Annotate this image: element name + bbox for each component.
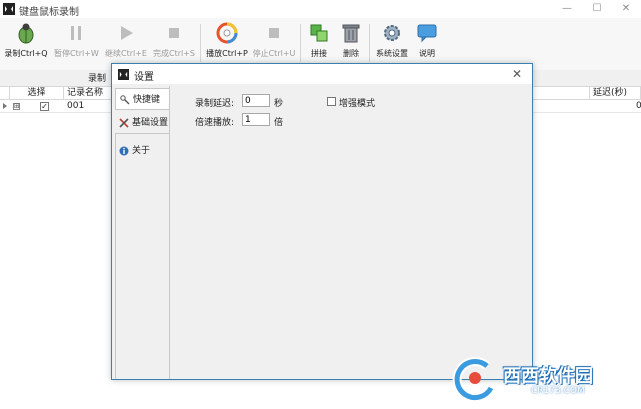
speech-bubble-icon xyxy=(417,24,437,43)
merge-label: 拼接 xyxy=(311,49,327,58)
stop-square-icon xyxy=(169,28,179,38)
site-watermark: 西西软件园 CR173.COM xyxy=(447,356,637,404)
speed-input[interactable] xyxy=(242,113,270,126)
delete-button[interactable]: 删除 xyxy=(336,20,366,64)
grid-header-delay[interactable]: 延迟(秒) xyxy=(589,87,641,100)
tab-list-border xyxy=(115,133,169,379)
row-delay: 0 xyxy=(636,101,641,111)
minimize-button[interactable]: — xyxy=(553,1,581,17)
play-label: 播放Ctrl+P xyxy=(206,49,248,58)
window-title: 键盘鼠标录制 xyxy=(19,7,79,18)
help-label: 说明 xyxy=(419,49,435,58)
pause-icon xyxy=(71,26,81,40)
tab-hotkeys-label: 快捷键 xyxy=(133,95,161,105)
merge-blocks-icon xyxy=(310,24,328,42)
tab-about-label: 关于 xyxy=(132,146,151,156)
play-button[interactable]: 播放Ctrl+P xyxy=(204,20,250,64)
finish-label: 完成Ctrl+S xyxy=(152,49,195,58)
resume-button[interactable]: 继续Ctrl+E xyxy=(104,20,148,64)
pause-label: 暂停Ctrl+W xyxy=(54,49,99,58)
basic-settings-pane: 录制延迟: 秒 增强模式 倍速播放: 倍 xyxy=(169,86,532,379)
dialog-title-bar: 设置 ✕ xyxy=(112,64,532,84)
record-delay-input[interactable] xyxy=(242,94,270,107)
dialog-title: 设置 xyxy=(134,72,154,83)
record-button[interactable]: 录制Ctrl+Q xyxy=(4,20,48,64)
toolbar-separator xyxy=(369,24,370,62)
system-settings-button[interactable]: 系统设置 xyxy=(372,20,412,64)
play-disc-icon xyxy=(216,22,238,44)
grid-header-select[interactable]: 选择 xyxy=(10,87,64,100)
cat-app-icon xyxy=(118,69,129,80)
enhanced-mode-checkbox[interactable] xyxy=(327,97,336,106)
tab-hotkeys[interactable]: 快捷键 xyxy=(115,88,169,110)
watermark-logo-icon xyxy=(452,357,495,402)
title-bar: 键盘鼠标录制 — ☐ ✕ xyxy=(0,0,641,18)
row-name: 001 xyxy=(67,101,85,111)
row-indicator-icon xyxy=(3,103,7,109)
settings-dialog: 设置 ✕ 快捷键 基础设置 关于 录制延迟: 0 秒 增强模式 倍速播放: 1 … xyxy=(111,63,533,380)
grid-header-indicator xyxy=(0,87,10,100)
tab-basic-settings[interactable]: 基础设置 xyxy=(115,112,169,134)
help-button[interactable]: 说明 xyxy=(414,20,440,64)
record-delay-label: 录制延迟: xyxy=(195,99,235,109)
row-select-checkbox[interactable]: ✓ xyxy=(40,102,49,111)
keys-icon xyxy=(120,95,130,105)
settings-tab-list: 快捷键 基础设置 关于 xyxy=(112,84,169,379)
play-triangle-icon xyxy=(121,26,133,40)
stop-label: 停止Ctrl+U xyxy=(252,49,296,58)
watermark-subtext: CR173.COM xyxy=(531,386,585,396)
trash-icon xyxy=(342,24,360,43)
delete-label: 删除 xyxy=(343,49,359,58)
cat-app-icon xyxy=(3,3,15,15)
info-icon xyxy=(119,146,129,156)
stop-button[interactable]: 停止Ctrl+U xyxy=(252,20,296,64)
system-settings-label: 系统设置 xyxy=(376,49,408,58)
stop-square-icon xyxy=(269,28,279,38)
speed-unit: 倍 xyxy=(274,118,284,128)
close-button[interactable]: ✕ xyxy=(612,1,640,17)
pause-button[interactable]: 暂停Ctrl+W xyxy=(54,20,99,64)
speed-label: 倍速播放: xyxy=(195,118,235,128)
tools-icon xyxy=(119,118,129,128)
merge-button[interactable]: 拼接 xyxy=(304,20,334,64)
tab-basic-settings-label: 基础设置 xyxy=(132,118,169,128)
watermark-text: 西西软件园 xyxy=(503,366,593,387)
record-group-label: 录制 xyxy=(88,74,107,84)
finish-button[interactable]: 完成Ctrl+S xyxy=(152,20,196,64)
expand-icon[interactable]: ⊞ xyxy=(13,103,20,110)
tab-about[interactable]: 关于 xyxy=(115,140,169,162)
enhanced-mode-label: 增强模式 xyxy=(339,99,376,109)
toolbar-separator xyxy=(200,24,201,62)
record-delay-unit: 秒 xyxy=(274,99,284,109)
dialog-body: 快捷键 基础设置 关于 录制延迟: 秒 xyxy=(112,84,532,379)
toolbar-separator xyxy=(300,24,301,62)
gear-icon xyxy=(384,25,400,41)
record-label: 录制Ctrl+Q xyxy=(4,49,48,58)
maximize-button[interactable]: ☐ xyxy=(583,1,611,17)
bug-record-icon xyxy=(18,23,34,44)
resume-label: 继续Ctrl+E xyxy=(105,49,147,58)
dialog-close-button[interactable]: ✕ xyxy=(510,67,524,81)
